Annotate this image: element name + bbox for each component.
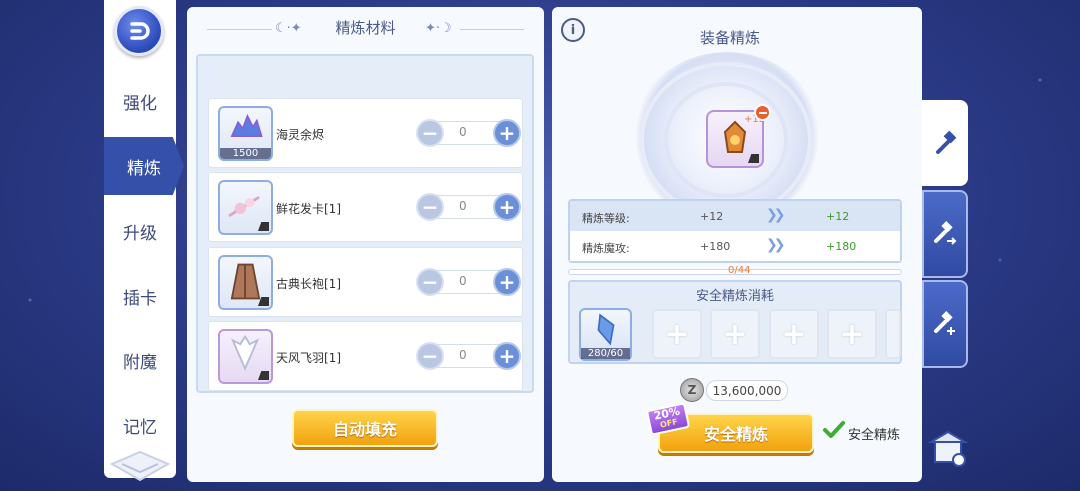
nav-item-upgrade[interactable]: 升级 — [104, 202, 176, 260]
info-icon[interactable]: i — [561, 18, 585, 42]
back-button[interactable] — [114, 6, 164, 56]
feather-wings-icon[interactable] — [218, 329, 273, 384]
stats-table: 精炼等级: +12 ❯❯ +12 精炼魔攻: +180 ❯❯ +180 — [568, 199, 902, 263]
add-slot-button[interactable]: + — [710, 309, 760, 359]
stat-label: 精炼等级: — [582, 212, 630, 225]
increase-button[interactable]: + — [493, 268, 521, 296]
stat-row: 精炼等级: +12 ❯❯ +12 — [570, 201, 900, 231]
material-row: 古典长袍[1] − 0 + — [208, 247, 523, 317]
material-name: 古典长袍[1] — [276, 277, 341, 291]
hammer-plus-icon — [934, 311, 955, 335]
material-name: 鲜花发卡[1] — [276, 202, 341, 216]
quantity-value: 0 — [459, 199, 467, 213]
add-slot-button[interactable]: + — [827, 309, 877, 359]
zeny-cost: 13,600,000 — [706, 380, 788, 401]
decrease-button[interactable]: − — [416, 193, 444, 221]
hammer-icon — [936, 130, 957, 154]
nav-item-card[interactable]: 插卡 — [104, 267, 176, 325]
back-arrow-icon — [130, 22, 150, 40]
crystal-count: 280/60 — [581, 348, 630, 359]
tab-refine-hammer[interactable] — [922, 100, 968, 186]
safe-refine-check-label[interactable]: 安全精炼 — [848, 424, 900, 443]
material-row: 天风飞羽[1] − 0 + — [208, 321, 523, 391]
materials-title: 精炼材料 — [335, 19, 396, 37]
stat-label: 精炼魔攻: — [582, 242, 630, 255]
scroll-down-chevron-icon[interactable] — [108, 446, 172, 484]
quantity-value: 0 — [459, 348, 467, 362]
material-name: 海灵余烬 — [276, 128, 325, 142]
quantity-value: 0 — [459, 125, 467, 139]
zeny-coin-icon: Z — [680, 378, 704, 402]
increase-button[interactable]: + — [493, 193, 521, 221]
quantity-value: 0 — [459, 274, 467, 288]
stat-old-value: +180 — [700, 240, 731, 253]
safe-cost-title: 安全精炼消耗 — [695, 289, 774, 304]
stat-new-value: +180 — [826, 240, 857, 253]
nav-item-refine[interactable]: 精炼 — [104, 137, 184, 195]
material-count: 1500 — [220, 148, 271, 159]
stat-old-value: +12 — [700, 210, 724, 223]
discount-off: OFF — [659, 417, 679, 430]
material-row: 鲜花发卡[1] − 0 + — [208, 172, 523, 242]
material-name: 天风飞羽[1] — [276, 351, 341, 365]
nav-item-strengthen[interactable]: 强化 — [104, 72, 176, 130]
tab-hammer-transfer[interactable] — [922, 190, 968, 278]
shop-icon[interactable] — [927, 428, 969, 468]
stat-new-value: +12 — [826, 210, 850, 223]
auto-fill-button[interactable]: 自动填充 — [292, 409, 438, 447]
refine-title: 装备精炼 — [700, 29, 761, 47]
refine-progress-text: 0/44 — [728, 265, 751, 276]
stat-row: 精炼魔攻: +180 ❯❯ +180 — [570, 231, 900, 261]
material-row: 1500 海灵余烬 − 0 + — [208, 98, 523, 168]
plus-icon: + — [781, 316, 807, 352]
nav-item-enchant[interactable]: 附魔 — [104, 331, 176, 389]
tab-hammer-add[interactable] — [922, 280, 968, 368]
plus-icon: + — [839, 316, 865, 352]
blue-crystal-icon[interactable]: 280/60 — [579, 308, 632, 361]
decrease-button[interactable]: − — [416, 268, 444, 296]
plus-icon: + — [664, 316, 690, 352]
add-slot-button[interactable] — [885, 309, 901, 359]
decrease-button[interactable]: − — [416, 119, 444, 147]
moon-ornament-icon: ✦·☽ — [425, 21, 452, 36]
hammer-transfer-icon — [934, 221, 957, 245]
title-divider-right — [460, 29, 524, 30]
flower-hairpin-icon[interactable] — [218, 180, 273, 235]
add-slot-button[interactable]: + — [769, 309, 819, 359]
decrease-button[interactable]: − — [416, 342, 444, 370]
double-arrow-icon: ❯❯ — [766, 237, 786, 253]
add-slot-button[interactable]: + — [652, 309, 702, 359]
robe-icon[interactable] — [218, 255, 273, 310]
blue-crystal-pile-icon[interactable]: 1500 — [218, 106, 273, 161]
increase-button[interactable]: + — [493, 119, 521, 147]
increase-button[interactable]: + — [493, 342, 521, 370]
plus-icon: + — [722, 316, 748, 352]
checkmark-icon[interactable] — [822, 420, 846, 440]
double-arrow-icon: ❯❯ — [766, 207, 786, 223]
remove-equipment-button[interactable] — [754, 104, 771, 121]
